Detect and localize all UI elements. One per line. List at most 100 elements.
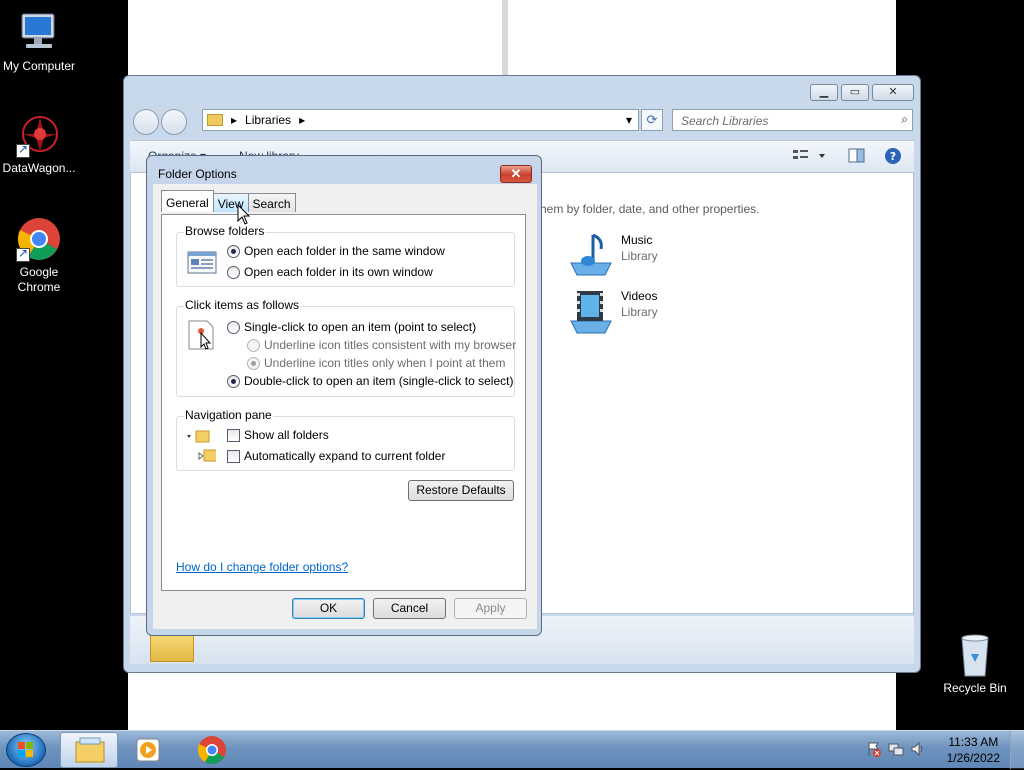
search-input[interactable]: Search Libraries ⌕ bbox=[672, 109, 913, 131]
general-tab-panel: Browse folders Open each folder in the s… bbox=[161, 214, 526, 591]
libraries-hint-text: hem by folder, date, and other propertie… bbox=[540, 202, 760, 216]
radio-button-disabled bbox=[247, 356, 260, 370]
click-items-group: Click items as follows Single-click to o… bbox=[176, 298, 516, 397]
address-dropdown-icon[interactable]: ▾ bbox=[626, 113, 632, 127]
volume-icon[interactable] bbox=[910, 741, 926, 760]
group-title: Navigation pane bbox=[184, 408, 273, 422]
media-player-icon bbox=[136, 738, 160, 762]
radio-label: Open each folder in the same window bbox=[244, 244, 445, 258]
checkbox-label: Automatically expand to current folder bbox=[244, 449, 446, 463]
help-link[interactable]: How do I change folder options? bbox=[176, 560, 348, 574]
action-center-flag-icon[interactable] bbox=[866, 741, 882, 760]
change-view-icon[interactable] bbox=[792, 147, 825, 165]
dialog-body: General View Search Browse folders Open … bbox=[153, 184, 537, 629]
taskbar: 11:33 AM 1/26/2022 bbox=[0, 730, 1024, 769]
cancel-button[interactable]: Cancel bbox=[373, 598, 446, 619]
background-divider bbox=[502, 0, 508, 76]
desktop-icon-label: My Computer bbox=[2, 59, 76, 73]
taskbar-chrome-button[interactable] bbox=[184, 732, 242, 768]
window-controls: ▁ ▭ ✕ bbox=[810, 84, 914, 101]
clock-time: 11:33 AM bbox=[948, 735, 999, 749]
desktop-icon-google-chrome[interactable]: Google Chrome bbox=[0, 216, 78, 295]
radio-button[interactable] bbox=[227, 320, 240, 334]
group-title: Click items as follows bbox=[184, 298, 301, 312]
radio-double-click[interactable]: Double-click to open an item (single-cli… bbox=[227, 374, 513, 388]
breadcrumb-separator: ▸ bbox=[231, 113, 238, 127]
shortcut-arrow-icon bbox=[16, 142, 30, 158]
radio-open-same-window[interactable]: Open each folder in the same window bbox=[227, 244, 445, 258]
group-title: Browse folders bbox=[184, 224, 266, 238]
radio-label: Underline icon titles only when I point … bbox=[264, 356, 506, 370]
library-item-videos[interactable]: Videos Library bbox=[567, 287, 658, 335]
radio-button-selected[interactable] bbox=[227, 374, 240, 388]
folder-options-dialog[interactable]: Folder Options ✕ General View Search Bro… bbox=[146, 155, 542, 636]
dialog-close-button[interactable]: ✕ bbox=[500, 165, 532, 183]
close-button[interactable]: ✕ bbox=[872, 84, 914, 101]
start-button[interactable] bbox=[6, 733, 46, 767]
svg-text:?: ? bbox=[890, 150, 896, 163]
forward-button[interactable] bbox=[161, 109, 187, 135]
chrome-icon bbox=[16, 216, 62, 262]
maximize-button[interactable]: ▭ bbox=[841, 84, 869, 101]
desktop-icon-my-computer[interactable]: My Computer bbox=[0, 10, 78, 74]
navigation-pane-group: Navigation pane Show all folders Automat… bbox=[176, 408, 515, 471]
back-button[interactable] bbox=[133, 109, 159, 135]
system-tray: 11:33 AM 1/26/2022 bbox=[854, 731, 1024, 769]
show-desktop-button[interactable] bbox=[1010, 731, 1024, 769]
checkbox[interactable] bbox=[227, 428, 240, 442]
network-icon[interactable] bbox=[888, 741, 904, 760]
explorer-folder-icon bbox=[75, 737, 105, 763]
dialog-title: Folder Options bbox=[158, 167, 237, 181]
apply-button[interactable]: Apply bbox=[454, 598, 527, 619]
desktop-icon-label: Google Chrome bbox=[17, 265, 61, 294]
radio-single-click[interactable]: Single-click to open an item (point to s… bbox=[227, 320, 476, 334]
desktop-icon-recycle-bin[interactable]: Recycle Bin bbox=[936, 632, 1014, 696]
preview-pane-icon[interactable] bbox=[848, 147, 868, 165]
radio-open-own-window[interactable]: Open each folder in its own window bbox=[227, 265, 433, 279]
taskbar-explorer-button[interactable] bbox=[60, 732, 118, 768]
radio-underline-browser: Underline icon titles consistent with my… bbox=[247, 338, 516, 352]
breadcrumb-libraries[interactable]: Libraries bbox=[245, 113, 291, 127]
windows-logo-icon bbox=[18, 742, 33, 757]
checkbox[interactable] bbox=[227, 449, 240, 463]
shortcut-arrow-icon bbox=[16, 246, 30, 262]
desktop-icon-datawagon[interactable]: DataWagon... bbox=[0, 112, 78, 176]
desktop-icon-label: DataWagon... bbox=[2, 161, 76, 175]
radio-label: Double-click to open an item (single-cli… bbox=[244, 374, 514, 388]
videos-library-icon bbox=[567, 287, 615, 335]
address-bar[interactable]: ▸ Libraries ▸ ▾ bbox=[202, 109, 639, 131]
clock-date: 1/26/2022 bbox=[946, 751, 1000, 765]
radio-underline-point: Underline icon titles only when I point … bbox=[247, 356, 505, 370]
taskbar-media-player-button[interactable] bbox=[120, 732, 178, 768]
mouse-cursor-icon bbox=[237, 203, 251, 229]
navigation-tree-icon bbox=[186, 429, 218, 466]
tab-strip: General View Search bbox=[161, 190, 296, 212]
checkbox-show-all-folders[interactable]: Show all folders bbox=[227, 428, 329, 442]
breadcrumb-separator: ▸ bbox=[299, 113, 306, 127]
radio-label: Underline icon titles consistent with my… bbox=[264, 338, 517, 352]
refresh-button[interactable]: ⟳ bbox=[641, 109, 663, 131]
library-item-music[interactable]: Music Library bbox=[567, 231, 658, 279]
radio-button[interactable] bbox=[227, 265, 240, 279]
checkbox-auto-expand[interactable]: Automatically expand to current folder bbox=[227, 449, 445, 463]
library-name: Music bbox=[621, 233, 653, 247]
radio-button-disabled bbox=[247, 338, 260, 352]
search-placeholder: Search Libraries bbox=[681, 114, 769, 128]
computer-icon bbox=[16, 10, 62, 56]
datawagon-icon bbox=[16, 112, 62, 158]
radio-button-selected[interactable] bbox=[227, 244, 240, 258]
browse-folders-group: Browse folders Open each folder in the s… bbox=[176, 224, 515, 287]
clock[interactable]: 11:33 AM 1/26/2022 bbox=[947, 734, 1000, 766]
ok-button[interactable]: OK bbox=[292, 598, 365, 619]
help-icon[interactable]: ? bbox=[884, 147, 904, 165]
tab-search[interactable]: Search bbox=[247, 193, 296, 212]
minimize-button[interactable]: ▁ bbox=[810, 84, 838, 101]
tab-general[interactable]: General bbox=[161, 190, 214, 212]
desktop-icon-label: Recycle Bin bbox=[943, 681, 1007, 695]
libraries-folder-icon bbox=[207, 114, 223, 126]
recycle-bin-icon bbox=[952, 632, 998, 678]
checkbox-label: Show all folders bbox=[244, 428, 329, 442]
restore-defaults-button[interactable]: Restore Defaults bbox=[408, 480, 514, 501]
chrome-icon bbox=[197, 736, 226, 764]
library-type: Library bbox=[621, 305, 658, 319]
